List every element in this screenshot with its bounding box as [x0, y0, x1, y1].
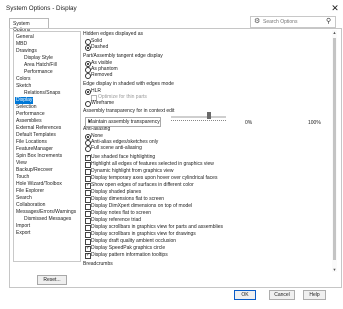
- checkbox-label-9: Display reference triad: [91, 217, 142, 223]
- tree-item-dismissed-messages[interactable]: Dismissed Messages: [24, 216, 71, 223]
- tree-item-display-style[interactable]: Display Style: [24, 55, 53, 62]
- tree-item-file-explorer[interactable]: File Explorer: [16, 188, 44, 195]
- tree-item-export[interactable]: Export: [16, 230, 30, 237]
- checkbox-label-1: Highlight all edges of features selected…: [91, 161, 214, 167]
- part-edges-heading: Part/Assembly tangent edge display: [83, 53, 163, 59]
- display-options: Hidden edges displayed as Solid Dashed P…: [82, 30, 335, 270]
- transparency-slider-track: [171, 116, 226, 118]
- checkbox-label-10: Display scrollbars in graphics view for …: [91, 224, 223, 230]
- tree-item-file-locations[interactable]: File Locations: [16, 139, 47, 146]
- tree-item-assemblies[interactable]: Assemblies: [16, 118, 42, 125]
- search-input[interactable]: [263, 18, 321, 25]
- transparency-min-label: 0%: [245, 120, 253, 126]
- checkbox-label-6: Display dimensions flat to screen: [91, 196, 165, 202]
- tree-item-display[interactable]: Display: [15, 97, 34, 104]
- transparency-dropdown[interactable]: Maintain assembly transparency ▾: [85, 117, 161, 127]
- radio-aa-full-label: Full scene anti-aliasing: [91, 145, 142, 151]
- tree-item-sketch[interactable]: Sketch: [16, 83, 31, 90]
- help-button[interactable]: Help: [303, 290, 326, 300]
- ok-button[interactable]: OK: [234, 290, 256, 300]
- tree-item-area-hatch[interactable]: Area Hatch/Fill: [24, 62, 57, 69]
- cancel-button[interactable]: Cancel: [269, 290, 295, 300]
- hidden-edges-heading: Hidden edges displayed as: [83, 31, 144, 37]
- tree-item-drawing-performance[interactable]: Performance: [24, 69, 53, 76]
- radio-wireframe-label: Wireframe: [91, 100, 115, 106]
- scroll-up-icon[interactable]: ▲: [332, 30, 337, 35]
- chevron-down-icon: ▾: [88, 119, 91, 125]
- checkbox-label-12: Display draft quality ambient occlusion: [91, 238, 177, 244]
- checkbox-label-7: Display DimXpert dimensions on top of mo…: [91, 203, 193, 209]
- close-icon[interactable]: ✕: [329, 2, 341, 14]
- breadcrumbs-heading: Breadcrumbs: [83, 261, 113, 267]
- tree-item-drawings[interactable]: Drawings: [16, 48, 37, 55]
- tree-item-hole-wizard[interactable]: Hole Wizard/Toolbox: [16, 181, 62, 188]
- checkbox-label-11: Display scrollbars in graphics view for …: [91, 231, 196, 237]
- options-tree: General MBD Drawings Display Style Area …: [13, 31, 81, 262]
- checkbox-label-4: Show open edges of surfaces in different…: [91, 182, 194, 188]
- vertical-scrollbar[interactable]: ▲ ▼: [332, 30, 337, 272]
- shaded-edges-heading: Edge display in shaded with edges mode: [83, 81, 174, 87]
- checkbox-label-8: Display notes flat to screen: [91, 210, 152, 216]
- radio-dashed-label: Dashed: [91, 44, 109, 50]
- tree-item-featuremanager[interactable]: FeatureManager: [16, 146, 53, 153]
- checkbox-label-3: Display temporary axes upon hover over c…: [91, 175, 218, 181]
- tree-item-mbd[interactable]: MBD: [16, 41, 27, 48]
- checkbox-label-5: Display shaded planes: [91, 189, 142, 195]
- transparency-slider-ticks: [171, 120, 226, 122]
- checkbox-label-2: Dynamic highlight from graphics view: [91, 168, 174, 174]
- checkbox-label-13: Display SpeedPak graphics circle: [91, 245, 166, 251]
- checkbox-label-14: Display pattern information tooltips: [91, 252, 168, 258]
- tree-item-collaboration[interactable]: Collaboration: [16, 202, 45, 209]
- scroll-down-icon[interactable]: ▼: [332, 267, 337, 272]
- transparency-slider[interactable]: [206, 112, 211, 119]
- tree-item-external-references[interactable]: External References: [16, 125, 61, 132]
- options-dialog: System Options - Display ✕ System Option…: [0, 0, 343, 309]
- tree-item-general[interactable]: General: [16, 34, 34, 41]
- gear-icon[interactable]: ⚙: [254, 17, 260, 27]
- transparency-heading: Assembly transparency for in context edi…: [83, 108, 175, 114]
- tree-item-import[interactable]: Import: [16, 223, 30, 230]
- tree-item-performance[interactable]: Performance: [16, 111, 45, 118]
- scroll-thumb[interactable]: [333, 38, 336, 260]
- title-bar: System Options - Display ✕: [0, 0, 343, 16]
- tree-item-selection[interactable]: Selection: [16, 104, 37, 111]
- reset-button[interactable]: Reset...: [37, 275, 67, 285]
- radio-removed-label: Removed: [91, 72, 113, 78]
- tree-item-default-templates[interactable]: Default Templates: [16, 132, 56, 139]
- tree-item-search[interactable]: Search: [16, 195, 32, 202]
- search-box[interactable]: ⚙ ⚲: [250, 16, 336, 28]
- window-title: System Options - Display: [6, 5, 77, 12]
- tree-item-backup-recover[interactable]: Backup/Recover: [16, 167, 53, 174]
- search-icon[interactable]: ⚲: [326, 17, 331, 27]
- transparency-max-label: 100%: [308, 120, 321, 126]
- tree-item-spin-box[interactable]: Spin Box Increments: [16, 153, 62, 160]
- tree-item-colors[interactable]: Colors: [16, 76, 30, 83]
- tree-item-view[interactable]: View: [16, 160, 27, 167]
- tree-item-touch[interactable]: Touch: [16, 174, 29, 181]
- checkbox-label-0: Use shaded face highlighting: [91, 154, 156, 160]
- tree-item-messages[interactable]: Messages/Errors/Warnings: [16, 209, 76, 216]
- tree-item-relations-snaps[interactable]: Relations/Snaps: [24, 90, 60, 97]
